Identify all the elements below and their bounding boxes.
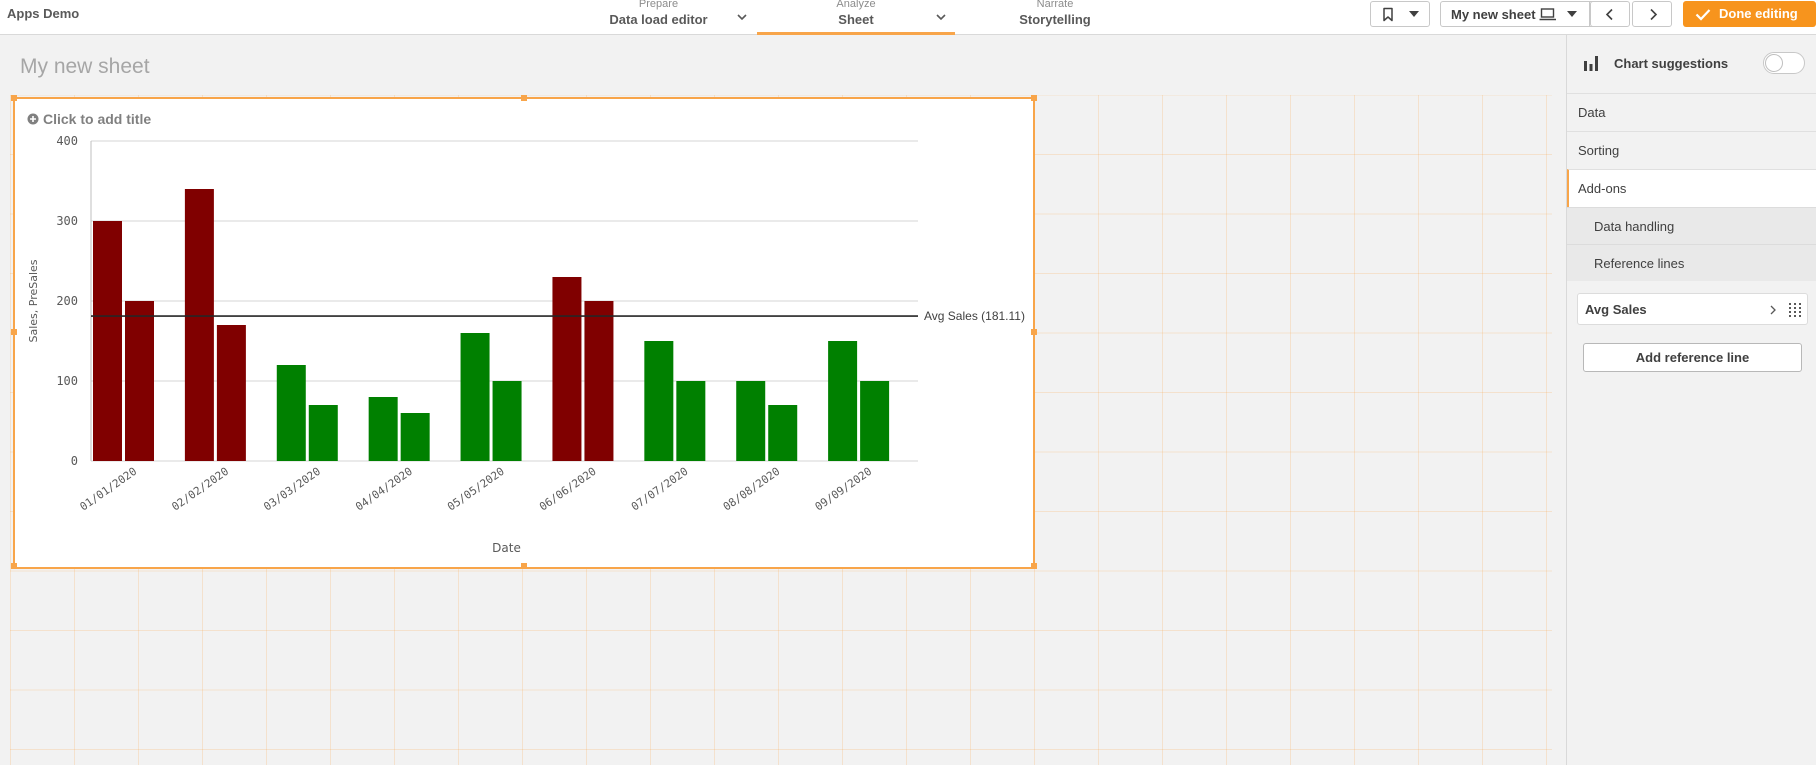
sheet-title[interactable]: My new sheet — [20, 55, 150, 79]
x-tick-label: 05/05/2020 — [445, 465, 507, 514]
x-tick-label: 04/04/2020 — [353, 465, 415, 514]
checkmark-icon — [1695, 9, 1711, 21]
panel-item-sorting[interactable]: Sorting — [1567, 131, 1816, 169]
tab-analyze-label: Sheet — [838, 12, 874, 27]
tab-prepare-label: Data load editor — [609, 12, 708, 27]
bar — [125, 301, 154, 461]
chevron-right-icon — [1650, 8, 1658, 21]
bar — [676, 381, 706, 461]
panel-item-add-ons-label: Add-ons — [1578, 181, 1627, 196]
y-tick-label: 0 — [71, 454, 78, 468]
x-tick-label: 06/06/2020 — [537, 465, 599, 514]
bar — [308, 405, 338, 461]
bar — [860, 381, 890, 461]
bookmark-button[interactable] — [1370, 1, 1430, 27]
previous-sheet-button[interactable] — [1590, 1, 1630, 27]
reference-line-item[interactable]: Avg Sales — [1577, 293, 1808, 325]
bar-chart-object[interactable]: Click to add title 0 100 200 300 400 Sales, P… — [11, 95, 1037, 569]
panel-item-sorting-label: Sorting — [1578, 143, 1620, 158]
x-tick-label: 07/07/2020 — [629, 465, 691, 514]
chart-suggestions-label: Chart suggestions — [1614, 56, 1729, 71]
y-tick-label: 400 — [56, 134, 78, 148]
bar — [368, 397, 398, 461]
chevron-right-icon[interactable] — [1770, 305, 1776, 315]
section-data-handling-label: Data handling — [1594, 219, 1675, 234]
caret-down-icon — [1409, 11, 1419, 17]
reference-line-item-label: Avg Sales — [1585, 302, 1647, 317]
laptop-icon — [1539, 8, 1556, 21]
chart-plot: 0 100 200 300 400 Sales, PreSales 01/01/2020 02… — [27, 134, 1025, 555]
y-tick-label: 200 — [56, 294, 78, 308]
tab-narrate[interactable]: Narrate Storytelling — [1000, 0, 1110, 35]
y-axis-title: Sales, PreSales — [27, 259, 40, 342]
bar — [492, 381, 522, 461]
y-tick-label: 300 — [56, 214, 78, 228]
bar — [276, 365, 306, 461]
reference-line-label: Avg Sales (181.11) — [924, 309, 1025, 323]
panel-item-data-label: Data — [1578, 105, 1606, 120]
x-tick-label: 02/02/2020 — [169, 465, 231, 514]
panel-item-add-ons[interactable]: Add-ons — [1567, 169, 1816, 207]
next-sheet-button[interactable] — [1632, 1, 1672, 27]
x-tick-label: 09/09/2020 — [813, 465, 875, 514]
bar — [93, 221, 122, 461]
chevron-down-icon[interactable] — [935, 11, 947, 23]
bar — [460, 333, 490, 461]
sheet-selector-label: My new sheet — [1451, 7, 1536, 22]
bar — [736, 381, 766, 461]
app-title[interactable]: Apps Demo — [7, 6, 79, 21]
chevron-left-icon — [1605, 8, 1613, 21]
bar — [184, 189, 214, 461]
section-reference-lines[interactable]: Reference lines — [1567, 244, 1816, 281]
tab-analyze-sub: Analyze — [836, 0, 876, 10]
bar — [400, 413, 430, 461]
bar — [584, 301, 614, 461]
bar — [552, 277, 582, 461]
caret-down-icon — [1567, 11, 1577, 17]
bar — [216, 325, 246, 461]
sheet-selector[interactable]: My new sheet — [1440, 1, 1615, 27]
section-data-handling[interactable]: Data handling — [1567, 207, 1816, 244]
chart-suggestions-toggle[interactable] — [1763, 52, 1805, 74]
properties-panel: Chart suggestions Data Sorting Add-ons D… — [1566, 35, 1816, 765]
drag-handle-icon[interactable] — [1788, 302, 1802, 318]
chart-suggestions-header: Chart suggestions — [1567, 35, 1816, 93]
section-reference-lines-label: Reference lines — [1594, 256, 1685, 271]
tab-analyze[interactable]: Analyze Sheet — [757, 0, 955, 35]
done-editing-button[interactable]: Done editing — [1683, 1, 1816, 27]
done-editing-label: Done editing — [1719, 6, 1798, 21]
bookmark-icon — [1383, 7, 1393, 22]
tab-prepare[interactable]: Prepare Data load editor — [586, 0, 731, 35]
chevron-down-icon[interactable] — [736, 11, 748, 23]
tab-narrate-sub: Narrate — [1036, 0, 1074, 10]
tab-prepare-sub: Prepare — [638, 0, 679, 10]
toggle-knob — [1765, 54, 1783, 72]
top-bar: Apps Demo Prepare Data load editor Analy… — [0, 0, 1816, 35]
x-axis-title: Date — [492, 541, 521, 555]
x-tick-label: 03/03/2020 — [261, 465, 323, 514]
panel-item-data[interactable]: Data — [1567, 93, 1816, 131]
bar — [768, 405, 798, 461]
y-tick-label: 100 — [56, 374, 78, 388]
tab-narrate-label: Storytelling — [1019, 12, 1091, 27]
add-reference-line-button[interactable]: Add reference line — [1583, 343, 1802, 372]
bar — [644, 341, 674, 461]
bar — [828, 341, 858, 461]
bar-chart-icon — [1584, 56, 1598, 71]
x-tick-label: 08/08/2020 — [721, 465, 783, 514]
x-tick-label: 01/01/2020 — [78, 465, 140, 514]
